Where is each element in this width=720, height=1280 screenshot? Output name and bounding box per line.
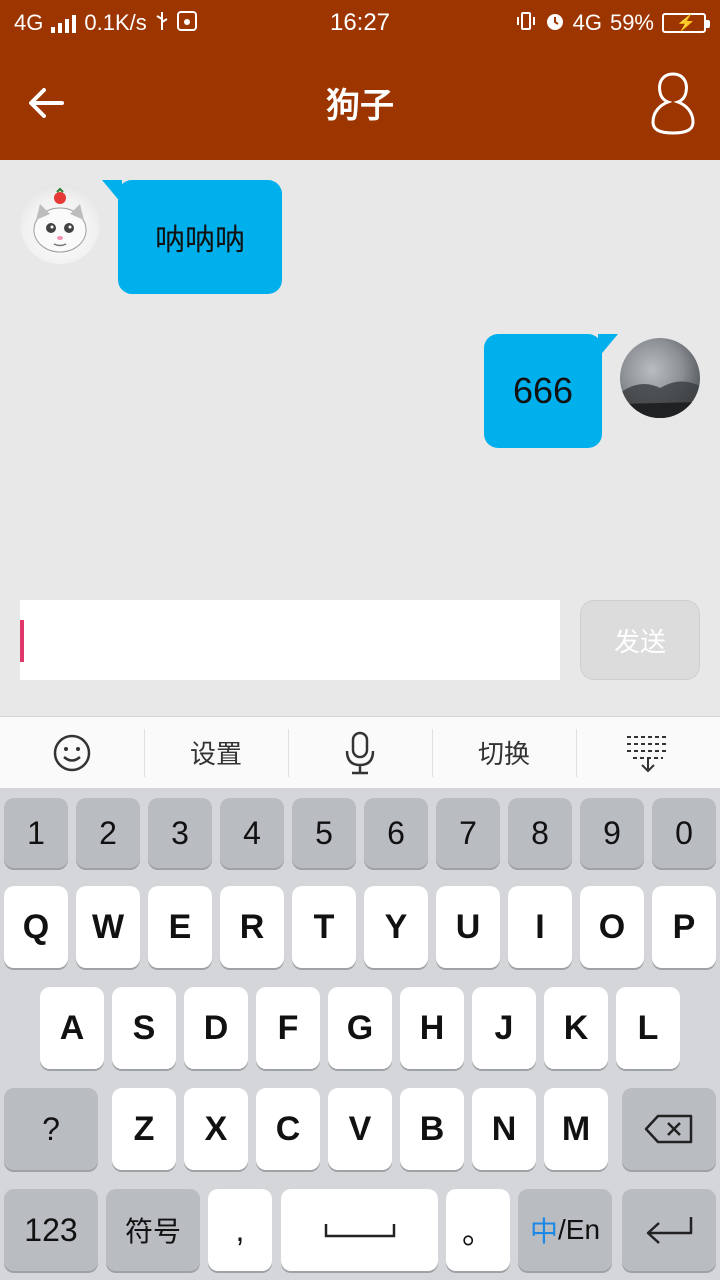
message-input[interactable] (20, 600, 560, 680)
key-4[interactable]: 4 (220, 798, 284, 868)
key-g[interactable]: G (328, 987, 392, 1069)
key-s[interactable]: S (112, 987, 176, 1069)
key-z[interactable]: Z (112, 1088, 176, 1170)
key-e[interactable]: E (148, 886, 212, 968)
key-q[interactable]: Q (4, 886, 68, 968)
key-l[interactable]: L (616, 987, 680, 1069)
message-text: 666 (512, 370, 574, 411)
status-right: 4G 59% ⚡ (515, 10, 710, 36)
person-icon (651, 72, 695, 135)
switch-button[interactable]: 切换 (432, 717, 576, 788)
key-o[interactable]: O (580, 886, 644, 968)
user-avatar[interactable] (620, 338, 700, 418)
smiley-icon (53, 734, 91, 771)
emoji-button[interactable] (0, 717, 144, 788)
alarm-icon (545, 11, 565, 35)
keyboard: 1 2 3 4 5 6 7 8 9 0 Q W E R T Y U I O P … (0, 788, 720, 1280)
key-6[interactable]: 6 (364, 798, 428, 868)
chat-title: 狗子 (326, 86, 394, 126)
key-r[interactable]: R (220, 886, 284, 968)
voice-input-button[interactable] (288, 717, 432, 788)
settings-button[interactable]: 设置 (144, 717, 288, 788)
send-button[interactable]: 发送 (580, 600, 700, 680)
key-3[interactable]: 3 (148, 798, 212, 868)
key-u[interactable]: U (436, 886, 500, 968)
status-bar: 4G 0.1K/s 16:27 4G 59% ⚡ (0, 0, 720, 48)
period-key[interactable]: 。 (446, 1189, 510, 1271)
microphone-icon (345, 731, 375, 774)
key-f[interactable]: F (256, 987, 320, 1069)
lang-en-label: /En (557, 1214, 601, 1245)
numbers-key[interactable]: 123 (4, 1189, 98, 1271)
contact-avatar[interactable] (20, 184, 100, 264)
key-b[interactable]: B (400, 1088, 464, 1170)
space-bar-icon (324, 1224, 395, 1238)
backspace-key[interactable] (622, 1088, 716, 1170)
key-c[interactable]: C (256, 1088, 320, 1170)
message-text: 呐呐呐 (155, 223, 245, 258)
key-t[interactable]: T (292, 886, 356, 968)
lang-cn-label: 中 (529, 1216, 558, 1247)
key-9[interactable]: 9 (580, 798, 644, 868)
backspace-icon (644, 1114, 693, 1144)
enter-key[interactable] (622, 1189, 716, 1271)
key-question[interactable]: ? (4, 1088, 98, 1170)
keyboard-collapse-icon (627, 735, 669, 772)
app-bar: 狗子 (0, 48, 720, 160)
key-p[interactable]: P (652, 886, 716, 968)
key-2[interactable]: 2 (76, 798, 140, 868)
space-key[interactable] (281, 1189, 438, 1271)
message-bubble-received[interactable]: 呐呐呐 (102, 180, 282, 294)
keyboard-toolbar: 设置 切换 (0, 716, 720, 788)
key-1[interactable]: 1 (4, 798, 68, 868)
profile-button[interactable] (648, 70, 698, 136)
key-k[interactable]: K (544, 987, 608, 1069)
arrow-left-icon (29, 88, 64, 118)
key-7[interactable]: 7 (436, 798, 500, 868)
key-j[interactable]: J (472, 987, 536, 1069)
comma-key[interactable]: , (208, 1189, 272, 1271)
back-button[interactable] (22, 78, 72, 128)
key-y[interactable]: Y (364, 886, 428, 968)
key-5[interactable]: 5 (292, 798, 356, 868)
hide-keyboard-button[interactable] (576, 717, 720, 788)
key-v[interactable]: V (328, 1088, 392, 1170)
message-bubble-sent[interactable]: 666 (484, 334, 618, 448)
text-cursor (20, 620, 24, 662)
key-w[interactable]: W (76, 886, 140, 968)
key-x[interactable]: X (184, 1088, 248, 1170)
symbols-key[interactable]: 符号 (106, 1189, 200, 1271)
language-switch-key[interactable]: 中/En (518, 1189, 612, 1271)
key-8[interactable]: 8 (508, 798, 572, 868)
battery-icon: ⚡ (662, 13, 710, 33)
enter-icon (646, 1217, 693, 1244)
network-type-right: 4G (572, 10, 602, 35)
key-d[interactable]: D (184, 987, 248, 1069)
key-m[interactable]: M (544, 1088, 608, 1170)
key-h[interactable]: H (400, 987, 464, 1069)
vibrate-icon (515, 11, 537, 35)
key-i[interactable]: I (508, 886, 572, 968)
key-0[interactable]: 0 (652, 798, 716, 868)
key-a[interactable]: A (40, 987, 104, 1069)
battery-percent: 59% (609, 10, 654, 35)
key-n[interactable]: N (472, 1088, 536, 1170)
